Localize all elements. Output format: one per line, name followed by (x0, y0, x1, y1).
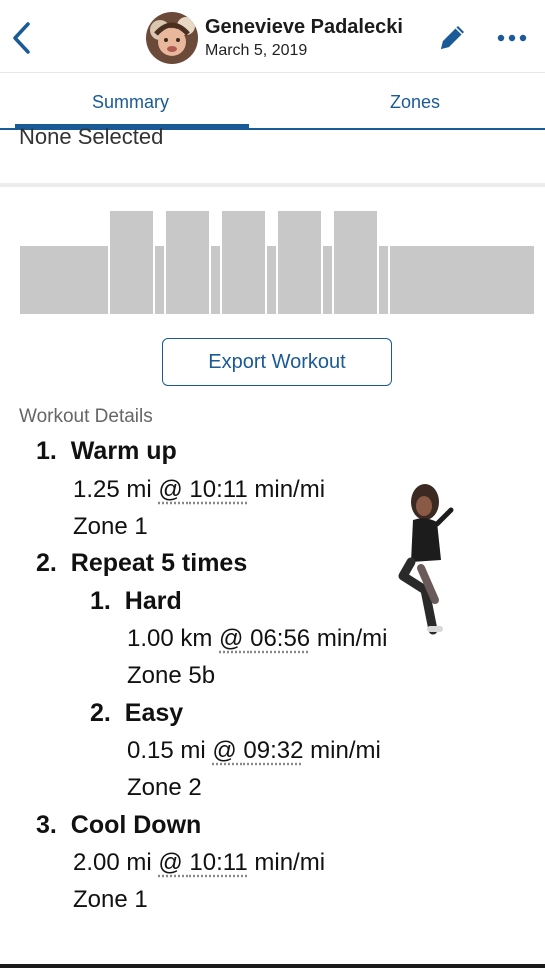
workout-details-label: Workout Details (19, 406, 153, 427)
dancing-figure-sticker (398, 484, 454, 635)
substep-2-zone: Zone 2 (127, 774, 202, 801)
chevron-left-icon (13, 22, 30, 54)
step-3-zone: Zone 1 (73, 886, 148, 913)
selection-label: None Selected (19, 124, 164, 149)
substep-2-pace: 0.15 mi @ 09:32 min/mi (127, 737, 381, 764)
chart-bar-12[interactable] (390, 246, 534, 314)
chart-bar-3[interactable] (155, 246, 164, 314)
avatar-image (146, 12, 198, 64)
user-name: Genevieve Padalecki (205, 16, 403, 38)
chart-bar-1[interactable] (20, 246, 108, 314)
tab-zones[interactable]: Zones (390, 92, 440, 113)
bottom-border (0, 964, 545, 968)
chart-bar-11[interactable] (379, 246, 388, 314)
more-button[interactable] (494, 26, 530, 50)
more-dots-icon (497, 34, 527, 42)
substep-2-title: 2. Easy (90, 699, 184, 727)
edit-button[interactable] (434, 20, 470, 56)
workout-date: March 5, 2019 (205, 42, 308, 59)
chart-bar-6[interactable] (222, 211, 265, 314)
substep-1-zone: Zone 5b (127, 662, 216, 689)
divider (0, 183, 545, 187)
chart-bar-4[interactable] (166, 211, 209, 314)
tab-bar: Summary Zones (0, 74, 545, 130)
chart-bar-10[interactable] (334, 211, 377, 314)
step-2-title: 2. Repeat 5 times (36, 549, 248, 577)
workout-intensity-chart[interactable] (0, 200, 545, 320)
chart-bar-8[interactable] (278, 211, 321, 314)
step-3-title: 3. Cool Down (36, 811, 202, 839)
chart-bar-7[interactable] (267, 246, 276, 314)
back-button[interactable] (6, 18, 36, 58)
tab-summary[interactable]: Summary (92, 92, 169, 113)
substep-1-title: 1. Hard (90, 587, 182, 615)
header: Genevieve Padalecki March 5, 2019 (0, 0, 545, 73)
export-workout-button[interactable]: Export Workout (162, 338, 392, 386)
chart-bar-2[interactable] (110, 211, 153, 314)
step-1-zone: Zone 1 (73, 513, 148, 540)
avatar[interactable] (146, 12, 198, 64)
step-1-title: 1. Warm up (36, 437, 177, 465)
step-3-pace: 2.00 mi @ 10:11 min/mi (73, 849, 326, 876)
step-1-pace: 1.25 mi @ 10:11 min/mi (73, 476, 326, 503)
chart-bar-9[interactable] (323, 246, 332, 314)
substep-1-pace: 1.00 km @ 06:56 min/mi (127, 625, 388, 652)
chart-bar-5[interactable] (211, 246, 220, 314)
pencil-icon (441, 26, 464, 49)
